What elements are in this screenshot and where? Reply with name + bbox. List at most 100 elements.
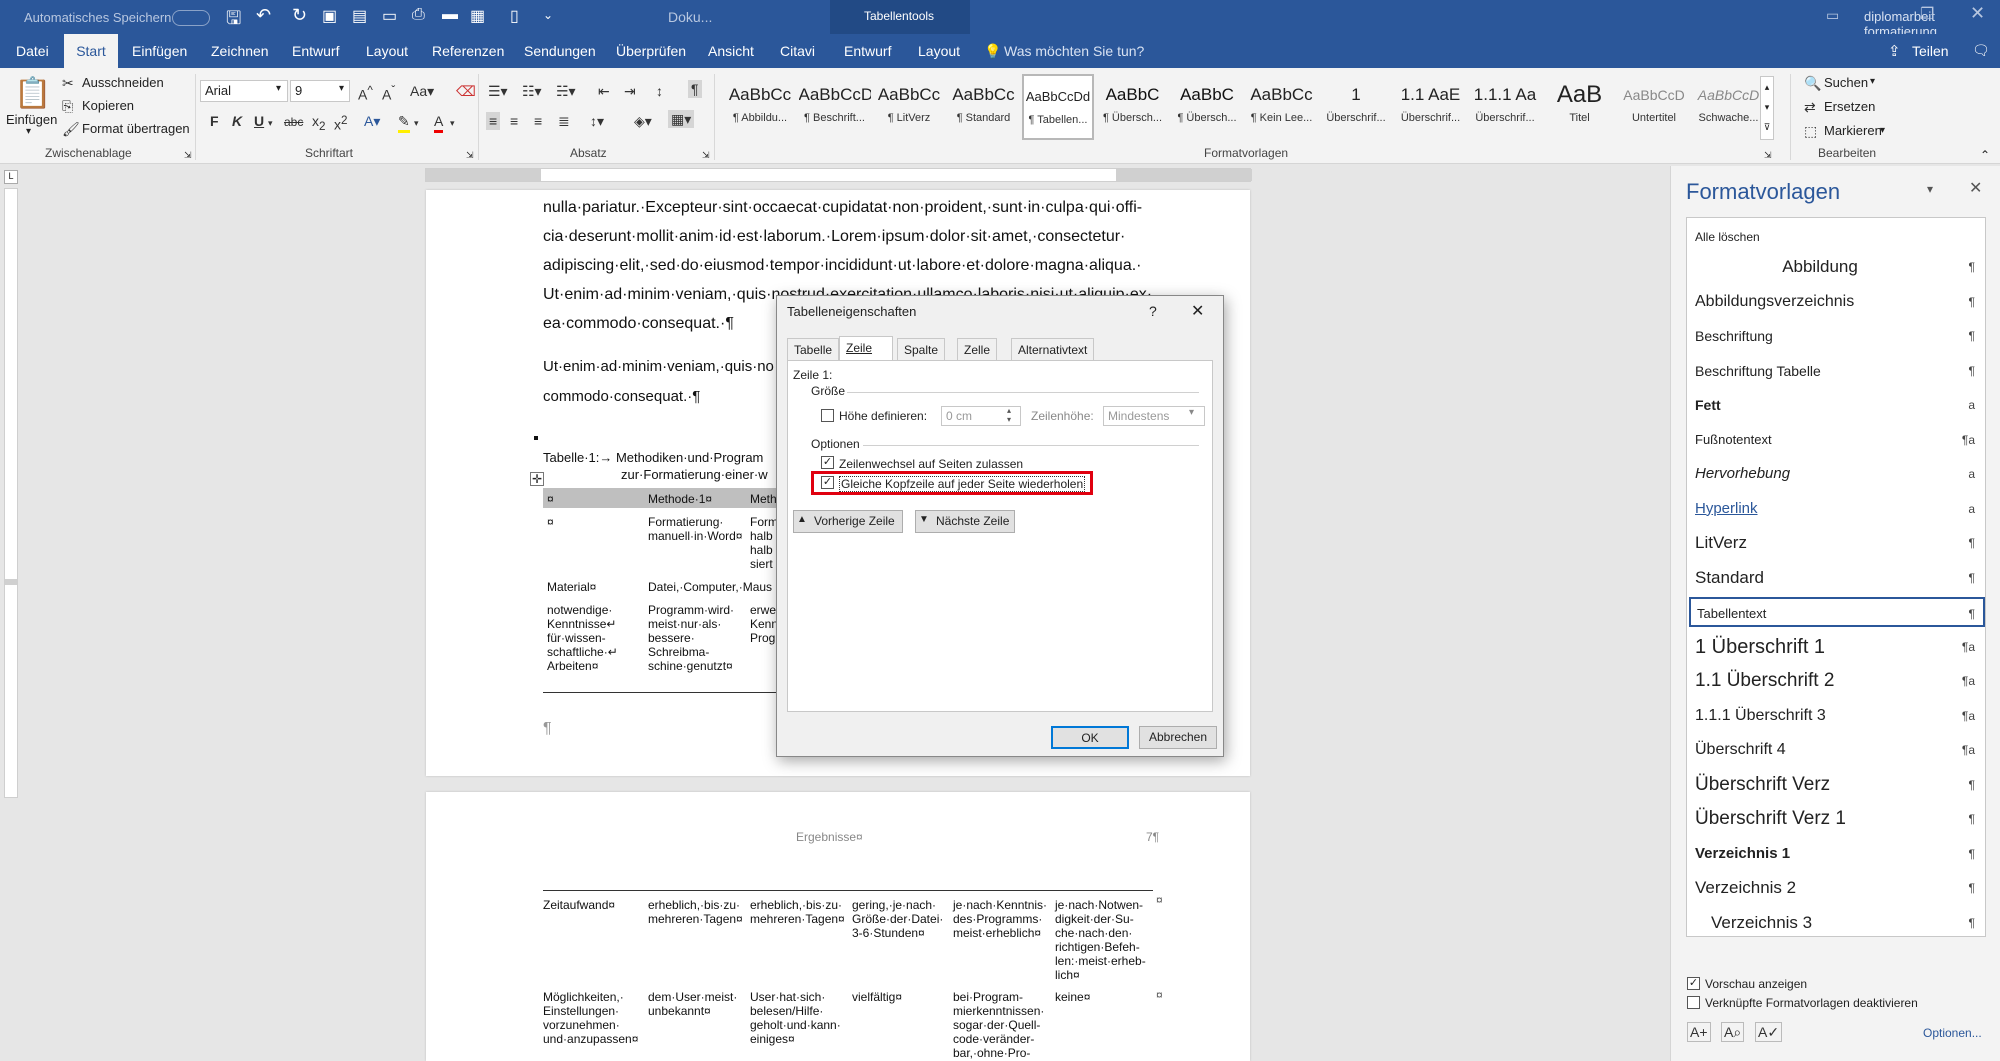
linked-styles-checkbox[interactable] (1687, 996, 1700, 1009)
table-cell[interactable]: erheblich,·bis·zu· mehreren·Tagen¤ (648, 898, 743, 926)
underline-dropdown-icon[interactable]: ▾ (268, 114, 273, 132)
bullets-icon[interactable]: ☰▾ (488, 82, 508, 100)
preview-label[interactable]: Vorschau anzeigen (1705, 977, 1807, 991)
text-effects-icon[interactable]: A▾ (364, 112, 380, 130)
manage-styles-icon[interactable]: A✓ (1755, 1022, 1783, 1042)
find-icon[interactable]: 🔍 (1804, 74, 1821, 92)
table-cell[interactable]: je·nach·Notwen- digkeit·der·Su- che·nach… (1055, 898, 1146, 982)
style-list-item[interactable]: LitVerz ¶ (1695, 528, 1983, 558)
undo-icon[interactable]: ↶ (256, 5, 271, 26)
shrink-font-icon[interactable]: Aˇ (382, 82, 395, 104)
format-painter-button[interactable]: Format übertragen (82, 121, 190, 136)
align-left-icon[interactable]: ≡ (486, 112, 501, 130)
table-cell[interactable]: Form halb halb siert (750, 515, 778, 571)
paragraph-line[interactable]: adipiscing·elit,·sed·do·eiusmod·tempor·i… (543, 251, 1142, 280)
style-list-item[interactable]: Abbildung ¶ (1695, 252, 1983, 282)
close-window-icon[interactable]: ✕ (1970, 3, 1985, 24)
previous-row-button[interactable]: Vorherige Zeile (793, 510, 903, 533)
style-tile[interactable]: AaBbCcD ¶ Beschrift... (799, 74, 871, 140)
window-icon[interactable]: ▬ (442, 6, 458, 24)
pane-close-icon[interactable]: ✕ (1969, 178, 1982, 198)
table-cell[interactable]: ¤ (547, 515, 554, 529)
borders-icon[interactable]: ▦▾ (668, 110, 695, 128)
tab-einfuegen[interactable]: Einfügen (124, 34, 195, 68)
styles-launcher-icon[interactable]: ⇲ (1764, 150, 1772, 161)
find-button[interactable]: Suchen (1824, 75, 1868, 90)
dialog-close-icon[interactable]: ✕ (1191, 301, 1204, 321)
copy-button[interactable]: Kopieren (82, 98, 134, 113)
clipboard-launcher-icon[interactable]: ⇲ (184, 150, 192, 161)
table-caption[interactable]: zur·Formatierung·einer·w (621, 468, 768, 482)
tab-start[interactable]: Start (64, 34, 118, 68)
comments-icon[interactable]: 🗨 (1972, 42, 1990, 59)
font-name-dropdown-icon[interactable]: ▾ (276, 83, 281, 94)
style-tile[interactable]: AaBbCc ¶ LitVerz (873, 74, 945, 140)
style-list-item[interactable]: Tabellentext ¶ (1689, 597, 1985, 627)
style-tile[interactable]: AaBbCcDd ¶ Tabellen... (1022, 74, 1094, 140)
redo-icon[interactable]: ↻ (292, 5, 307, 26)
table-cell[interactable]: Möglichkeiten,· Einstellungen· vorzunehm… (543, 990, 638, 1046)
find-dropdown-icon[interactable]: ▾ (1870, 76, 1875, 87)
tell-me-input[interactable]: Was möchten Sie tun? (1004, 43, 1144, 59)
table-move-handle-icon[interactable]: ✛ (530, 472, 544, 486)
open-folder-icon[interactable]: ▭ (382, 6, 397, 26)
share-icon[interactable]: ⇪ (1888, 42, 1901, 60)
style-list-item[interactable]: Überschrift Verz ¶ (1695, 770, 1983, 800)
style-list-item[interactable]: Fett a (1695, 390, 1983, 420)
decrease-indent-icon[interactable]: ⇤ (598, 82, 610, 100)
style-list-item[interactable]: Verzeichnis 3 ¶ (1695, 908, 1983, 938)
style-list-item[interactable]: 1 Überschrift 1 ¶a (1695, 632, 1983, 662)
tab-zeichnen[interactable]: Zeichnen (203, 34, 277, 68)
table-cell[interactable]: bei·Program- mierkenntnissen· sogar·der·… (953, 990, 1044, 1060)
style-tile[interactable]: AaBbCc ¶ Abbildu... (724, 74, 796, 140)
allow-break-checkbox[interactable]: ✓ (821, 456, 834, 469)
page-header-text[interactable]: Ergebnisse¤ (796, 830, 863, 844)
tab-selector-icon[interactable]: L (4, 170, 18, 184)
style-list-item[interactable]: Fußnotentext ¶a (1695, 425, 1983, 455)
tab-entwurf[interactable]: Entwurf (284, 34, 347, 68)
format-painter-icon[interactable]: 🖌 (62, 120, 80, 138)
style-list-item[interactable]: Beschriftung Tabelle ¶ (1695, 356, 1983, 386)
paste-button[interactable]: Einfügen (6, 112, 57, 127)
replace-icon[interactable]: ⇄ (1804, 98, 1816, 116)
page-number[interactable]: 7¶ (1146, 830, 1159, 844)
align-right-icon[interactable]: ≡ (534, 112, 542, 130)
dialog-tab-tabelle[interactable]: Tabelle (787, 338, 840, 360)
table-cell[interactable]: gering,·je·nach· Größe·der·Datei· 3-6·St… (852, 898, 943, 940)
style-tile[interactable]: AaBbC ¶ Übersch... (1171, 74, 1243, 140)
quick-access-icon-1[interactable]: ▣ (322, 6, 337, 26)
table-cell[interactable]: erwe Kenn Prog (750, 603, 778, 645)
height-checkbox-label[interactable]: Höhe definieren: (839, 409, 927, 423)
tab-referenzen[interactable]: Referenzen (424, 34, 512, 68)
table-cell[interactable]: Formatierung· manuell·in·Word¤ (648, 515, 742, 543)
cut-button[interactable]: Ausschneiden (82, 75, 164, 90)
new-style-icon[interactable]: A+ (1687, 1022, 1711, 1042)
copy-icon[interactable]: ⎘ (62, 97, 73, 115)
style-list-item[interactable]: Standard ¶ (1695, 563, 1983, 593)
gallery-scroll[interactable]: ▴ ▾ ⊽ (1760, 76, 1774, 140)
ribbon-display-icon[interactable]: ▭ (1826, 7, 1839, 24)
paragraph-line[interactable]: Ut·enim·ad·minim·veniam,·quis·no (543, 352, 774, 381)
style-inspector-icon[interactable]: A⌕ (1721, 1022, 1745, 1042)
font-launcher-icon[interactable]: ⇲ (466, 150, 474, 161)
grow-font-icon[interactable]: A^ (358, 82, 373, 104)
paragraph-line[interactable]: ea·commodo·consequat.·¶ (543, 309, 734, 338)
style-list-item[interactable]: Hervorhebung a (1695, 459, 1983, 489)
paragraph-line[interactable]: nulla·pariatur.·Excepteur·sint·occaecat·… (543, 193, 1142, 222)
table-cell[interactable]: Programm·wird· meist·nur·als· bessere· S… (648, 603, 734, 673)
paragraph-line[interactable]: cia·deserunt·mollit·anim·id·est·laborum.… (543, 222, 1125, 251)
table-cell[interactable]: erheblich,·bis·zu· mehreren·Tagen¤ (750, 898, 845, 926)
strikethrough-icon[interactable]: abc (284, 113, 303, 131)
repeat-header-label[interactable]: Gleiche Kopfzeile auf jeder Seite wieder… (839, 476, 1086, 492)
style-tile[interactable]: 1 Überschrif... (1320, 74, 1392, 140)
collapse-ribbon-icon[interactable]: ⌃ (1980, 148, 1990, 162)
justify-icon[interactable]: ≣ (558, 112, 570, 130)
table-icon[interactable]: ▦ (470, 6, 485, 26)
table-cell[interactable]: vielfältig¤ (852, 990, 902, 1004)
print-preview-icon[interactable]: ▤ (352, 6, 367, 26)
style-tile[interactable]: AaBbCcD Schwache... (1693, 74, 1765, 140)
autosave-toggle[interactable] (172, 10, 210, 26)
table-cell[interactable]: Zeitaufwand¤ (543, 898, 615, 912)
paragraph-launcher-icon[interactable]: ⇲ (702, 150, 710, 161)
preview-checkbox[interactable]: ✓ (1687, 977, 1700, 990)
